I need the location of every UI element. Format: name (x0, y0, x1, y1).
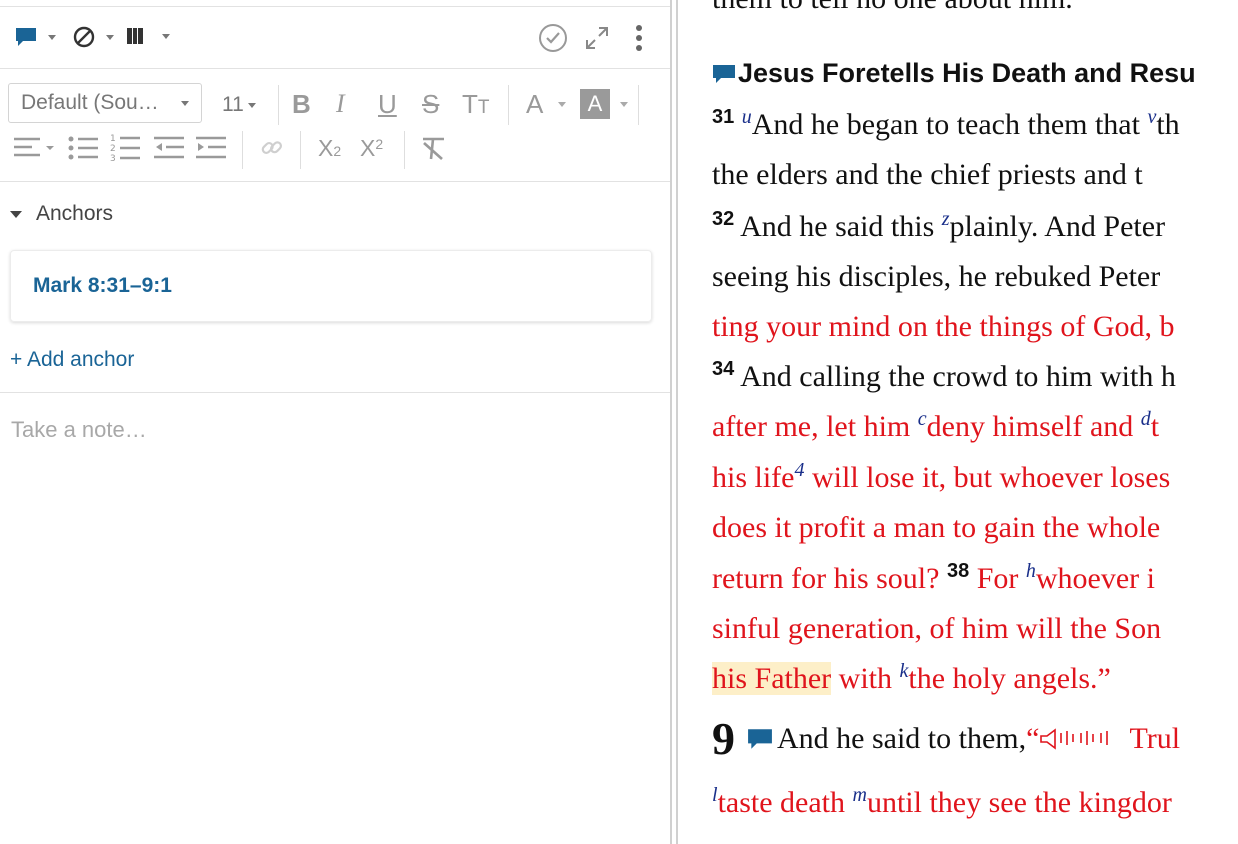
note-input[interactable]: Take a note… (11, 417, 147, 443)
bold-icon[interactable]: B (292, 91, 311, 117)
font-family-value: Default (Sou… (21, 91, 159, 114)
prohibited-icon (73, 26, 95, 48)
anchor-item[interactable]: Mark 8:31–9:1 (10, 250, 652, 322)
font-size-select[interactable]: 11 (222, 93, 256, 117)
anchor-label: Mark 8:31–9:1 (33, 274, 172, 297)
notes-panel: Default (Sou… 11 B I U S TT A A 123 X2 X… (0, 0, 670, 844)
align-icon[interactable] (14, 135, 54, 163)
outdent-icon[interactable] (154, 135, 186, 163)
audio-icon[interactable] (1039, 725, 1129, 753)
strikethrough-icon[interactable]: S (422, 91, 439, 117)
note-icon (16, 28, 36, 46)
verse-line: after me, let him cdeny himself and dt (712, 408, 1160, 443)
collapse-icon (10, 210, 22, 218)
section-heading: Jesus Foretells His Death and Resu (712, 58, 1196, 89)
book-icon (127, 28, 143, 44)
anchors-title: Anchors (36, 202, 114, 225)
clear-style-button[interactable] (72, 25, 114, 49)
check-circle-icon (539, 24, 567, 52)
more-button[interactable] (632, 23, 646, 53)
verse-line: seeing his disciples, he rebuked Peter (712, 260, 1161, 293)
heading-text: Jesus Foretells His Death and Resu (738, 58, 1196, 88)
expand-button[interactable] (584, 25, 610, 51)
bullet-list-icon[interactable] (68, 135, 100, 163)
bible-reader: them to tell no one about him. Jesus For… (678, 0, 1238, 844)
expand-icon (586, 27, 608, 49)
notebook-button[interactable] (124, 25, 170, 47)
svg-text:1: 1 (110, 134, 116, 144)
add-anchor-link[interactable]: + Add anchor (10, 348, 134, 372)
italic-icon[interactable]: I (336, 91, 345, 117)
svg-text:3: 3 (110, 154, 116, 163)
panel-splitter[interactable] (670, 0, 678, 844)
format-toolbar: Default (Sou… 11 B I U S TT A A 123 X2 X… (0, 69, 670, 182)
note-type-button[interactable] (14, 25, 56, 49)
font-color-icon[interactable]: A (526, 91, 543, 117)
more-vertical-icon (636, 25, 642, 51)
verse-line: 34 And calling the crowd to him with h (712, 358, 1176, 393)
verse-line: ting your mind on the things of God, b (712, 310, 1175, 343)
note-toolbar (0, 6, 670, 69)
done-button[interactable] (538, 23, 568, 53)
verse-line: does it profit a man to gain the whole (712, 511, 1161, 544)
verse-line: 32 And he said this zplainly. And Peter (712, 208, 1166, 243)
subscript-icon[interactable]: X2 (318, 137, 341, 160)
highlight-color-icon[interactable]: A (580, 89, 610, 119)
numbered-list-icon[interactable]: 123 (110, 133, 142, 163)
verse-line: sinful generation, of him will the Son (712, 612, 1162, 645)
svg-text:2: 2 (110, 144, 116, 154)
text-size-icon[interactable]: TT (462, 91, 490, 117)
partial-line: them to tell no one about him. (712, 0, 1073, 16)
verse-line: return for his soul? 38 For hwhoever i (712, 560, 1156, 595)
verse-line: his Father with kthe holy angels.” (712, 660, 1111, 695)
note-icon (748, 728, 772, 749)
clear-format-icon[interactable] (420, 135, 448, 163)
indent-icon[interactable] (196, 135, 228, 163)
underline-icon[interactable]: U (378, 91, 397, 117)
anchors-toggle[interactable]: Anchors (10, 202, 113, 226)
font-family-select[interactable]: Default (Sou… (8, 83, 202, 123)
verse-line: 9 And he said to them, “Trul (712, 713, 1181, 764)
verse-line: 31 uAnd he began to teach them that vth (712, 106, 1180, 141)
chapter-number: 9 (712, 713, 735, 764)
highlighted-text[interactable]: his Father (712, 662, 832, 695)
verse-line: the elders and the chief priests and t (712, 158, 1143, 191)
verse-line: ltaste death muntil they see the kingdor (712, 784, 1172, 819)
link-icon[interactable] (260, 136, 284, 160)
verse-line: his life4 will lose it, but whoever lose… (712, 459, 1171, 494)
note-icon (713, 64, 735, 83)
font-size-value: 11 (222, 93, 244, 116)
superscript-icon[interactable]: X2 (360, 137, 383, 160)
